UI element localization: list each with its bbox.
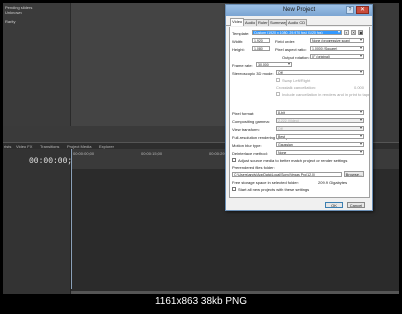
playhead-cursor[interactable] — [71, 149, 72, 289]
prerendered-folder-label: Prerendered files folder: — [232, 165, 275, 170]
height-label: Height: — [232, 47, 245, 52]
gamma-select[interactable]: 2.222 (Video) — [276, 118, 364, 123]
dialog-tabs: Video Audio Ruler Summary Audio CD — [226, 18, 372, 26]
help-button[interactable]: ? — [346, 6, 354, 14]
prerendered-folder-field[interactable]: C:\Users\andy\AppData\Local\Sony\Vegas P… — [232, 172, 342, 177]
stereoscopic-label: Stereoscopic 3D mode: — [232, 71, 274, 76]
ruler-time-label: 00:00:15;00 — [141, 151, 163, 156]
view-transform-label: View transform: — [232, 127, 260, 132]
pixel-format-select[interactable]: 8-bit — [276, 110, 364, 115]
panel-text: Unknown — [5, 10, 22, 15]
project-media-panel: Pending sliders Unknown Rarity — [3, 3, 71, 126]
field-order-select[interactable]: None (progressive scan) — [310, 38, 364, 43]
preview-panel — [71, 3, 229, 126]
frame-rate-select[interactable]: 30.000 — [256, 62, 292, 67]
ruler-time-label: 00:00:00;00 — [73, 151, 95, 156]
track-header-area: 00:00:00;00 — [3, 149, 82, 294]
swap-checkbox[interactable] — [276, 78, 280, 82]
delete-template-icon[interactable]: ✕ — [351, 30, 356, 35]
start-all-label: Start all new projects with these settin… — [238, 187, 310, 192]
include-cancellation-label: Include cancellation in renders and in p… — [282, 92, 371, 97]
pixel-format-label: Pixel format: — [232, 111, 255, 116]
swap-label: Swap Left/Right — [282, 78, 311, 83]
height-field[interactable]: 1,080 — [252, 46, 270, 51]
panel-text: Rarity — [5, 19, 16, 24]
view-transform-select[interactable]: Off — [276, 126, 364, 131]
browse-button[interactable]: Browse... — [344, 171, 364, 177]
dialog-titlebar[interactable]: New Project ? ✕ — [226, 5, 372, 16]
free-space-value: 209.9 Gigabytes — [318, 180, 348, 185]
stereoscopic-select[interactable]: Off — [276, 70, 364, 75]
width-field[interactable]: 1,920 — [252, 38, 270, 43]
output-rotation-select[interactable]: 0° (original) — [310, 54, 364, 59]
gamma-label: Compositing gamma: — [232, 119, 270, 124]
output-rotation-label: Output rotation: — [282, 55, 310, 60]
crosstalk-value: 0.000 — [354, 85, 365, 90]
timeline-scrollbar[interactable] — [71, 291, 399, 294]
include-cancellation-checkbox[interactable] — [276, 92, 280, 96]
pixel-aspect-label: Pixel aspect ratio: — [275, 47, 307, 52]
deinterlace-select[interactable]: None — [276, 150, 364, 155]
save-template-icon[interactable]: ▪ — [344, 30, 349, 35]
tab-audio-cd[interactable]: Audio CD — [286, 19, 308, 26]
rendering-quality-select[interactable]: Best — [276, 134, 364, 139]
width-label: Width: — [232, 39, 244, 44]
cancel-button[interactable]: Cancel — [347, 202, 365, 208]
ok-button[interactable]: OK — [325, 202, 343, 208]
template-select[interactable]: Custom (1920 x 1080, 29.970 fps) (1/20 f… — [252, 30, 342, 35]
image-caption: 1161x863 38kb PNG — [154, 296, 248, 307]
pixel-aspect-select[interactable]: 1.0000 (Square) — [310, 46, 364, 51]
motion-blur-select[interactable]: Gaussian — [276, 142, 364, 147]
template-label: Template: — [232, 31, 250, 36]
start-all-checkbox[interactable] — [232, 187, 236, 191]
motion-blur-label: Motion blur type: — [232, 143, 262, 148]
field-order-label: Field order: — [275, 39, 296, 44]
crosstalk-label: Crosstalk cancellation: — [276, 85, 317, 90]
deinterlace-label: Deinterlace method: — [232, 151, 268, 156]
match-media-icon[interactable]: ▣ — [358, 30, 363, 35]
adjust-source-checkbox[interactable] — [232, 158, 236, 162]
adjust-source-label: Adjust source media to better match proj… — [238, 158, 348, 163]
frame-rate-label: Frame rate: — [232, 63, 253, 68]
video-settings-panel: Template: Custom (1920 x 1080, 29.970 fp… — [229, 27, 370, 198]
close-button[interactable]: ✕ — [356, 6, 369, 14]
new-project-dialog: New Project ? ✕ Video Audio Ruler Summar… — [225, 4, 373, 211]
free-space-label: Free storage space in selected folder: — [232, 180, 299, 185]
